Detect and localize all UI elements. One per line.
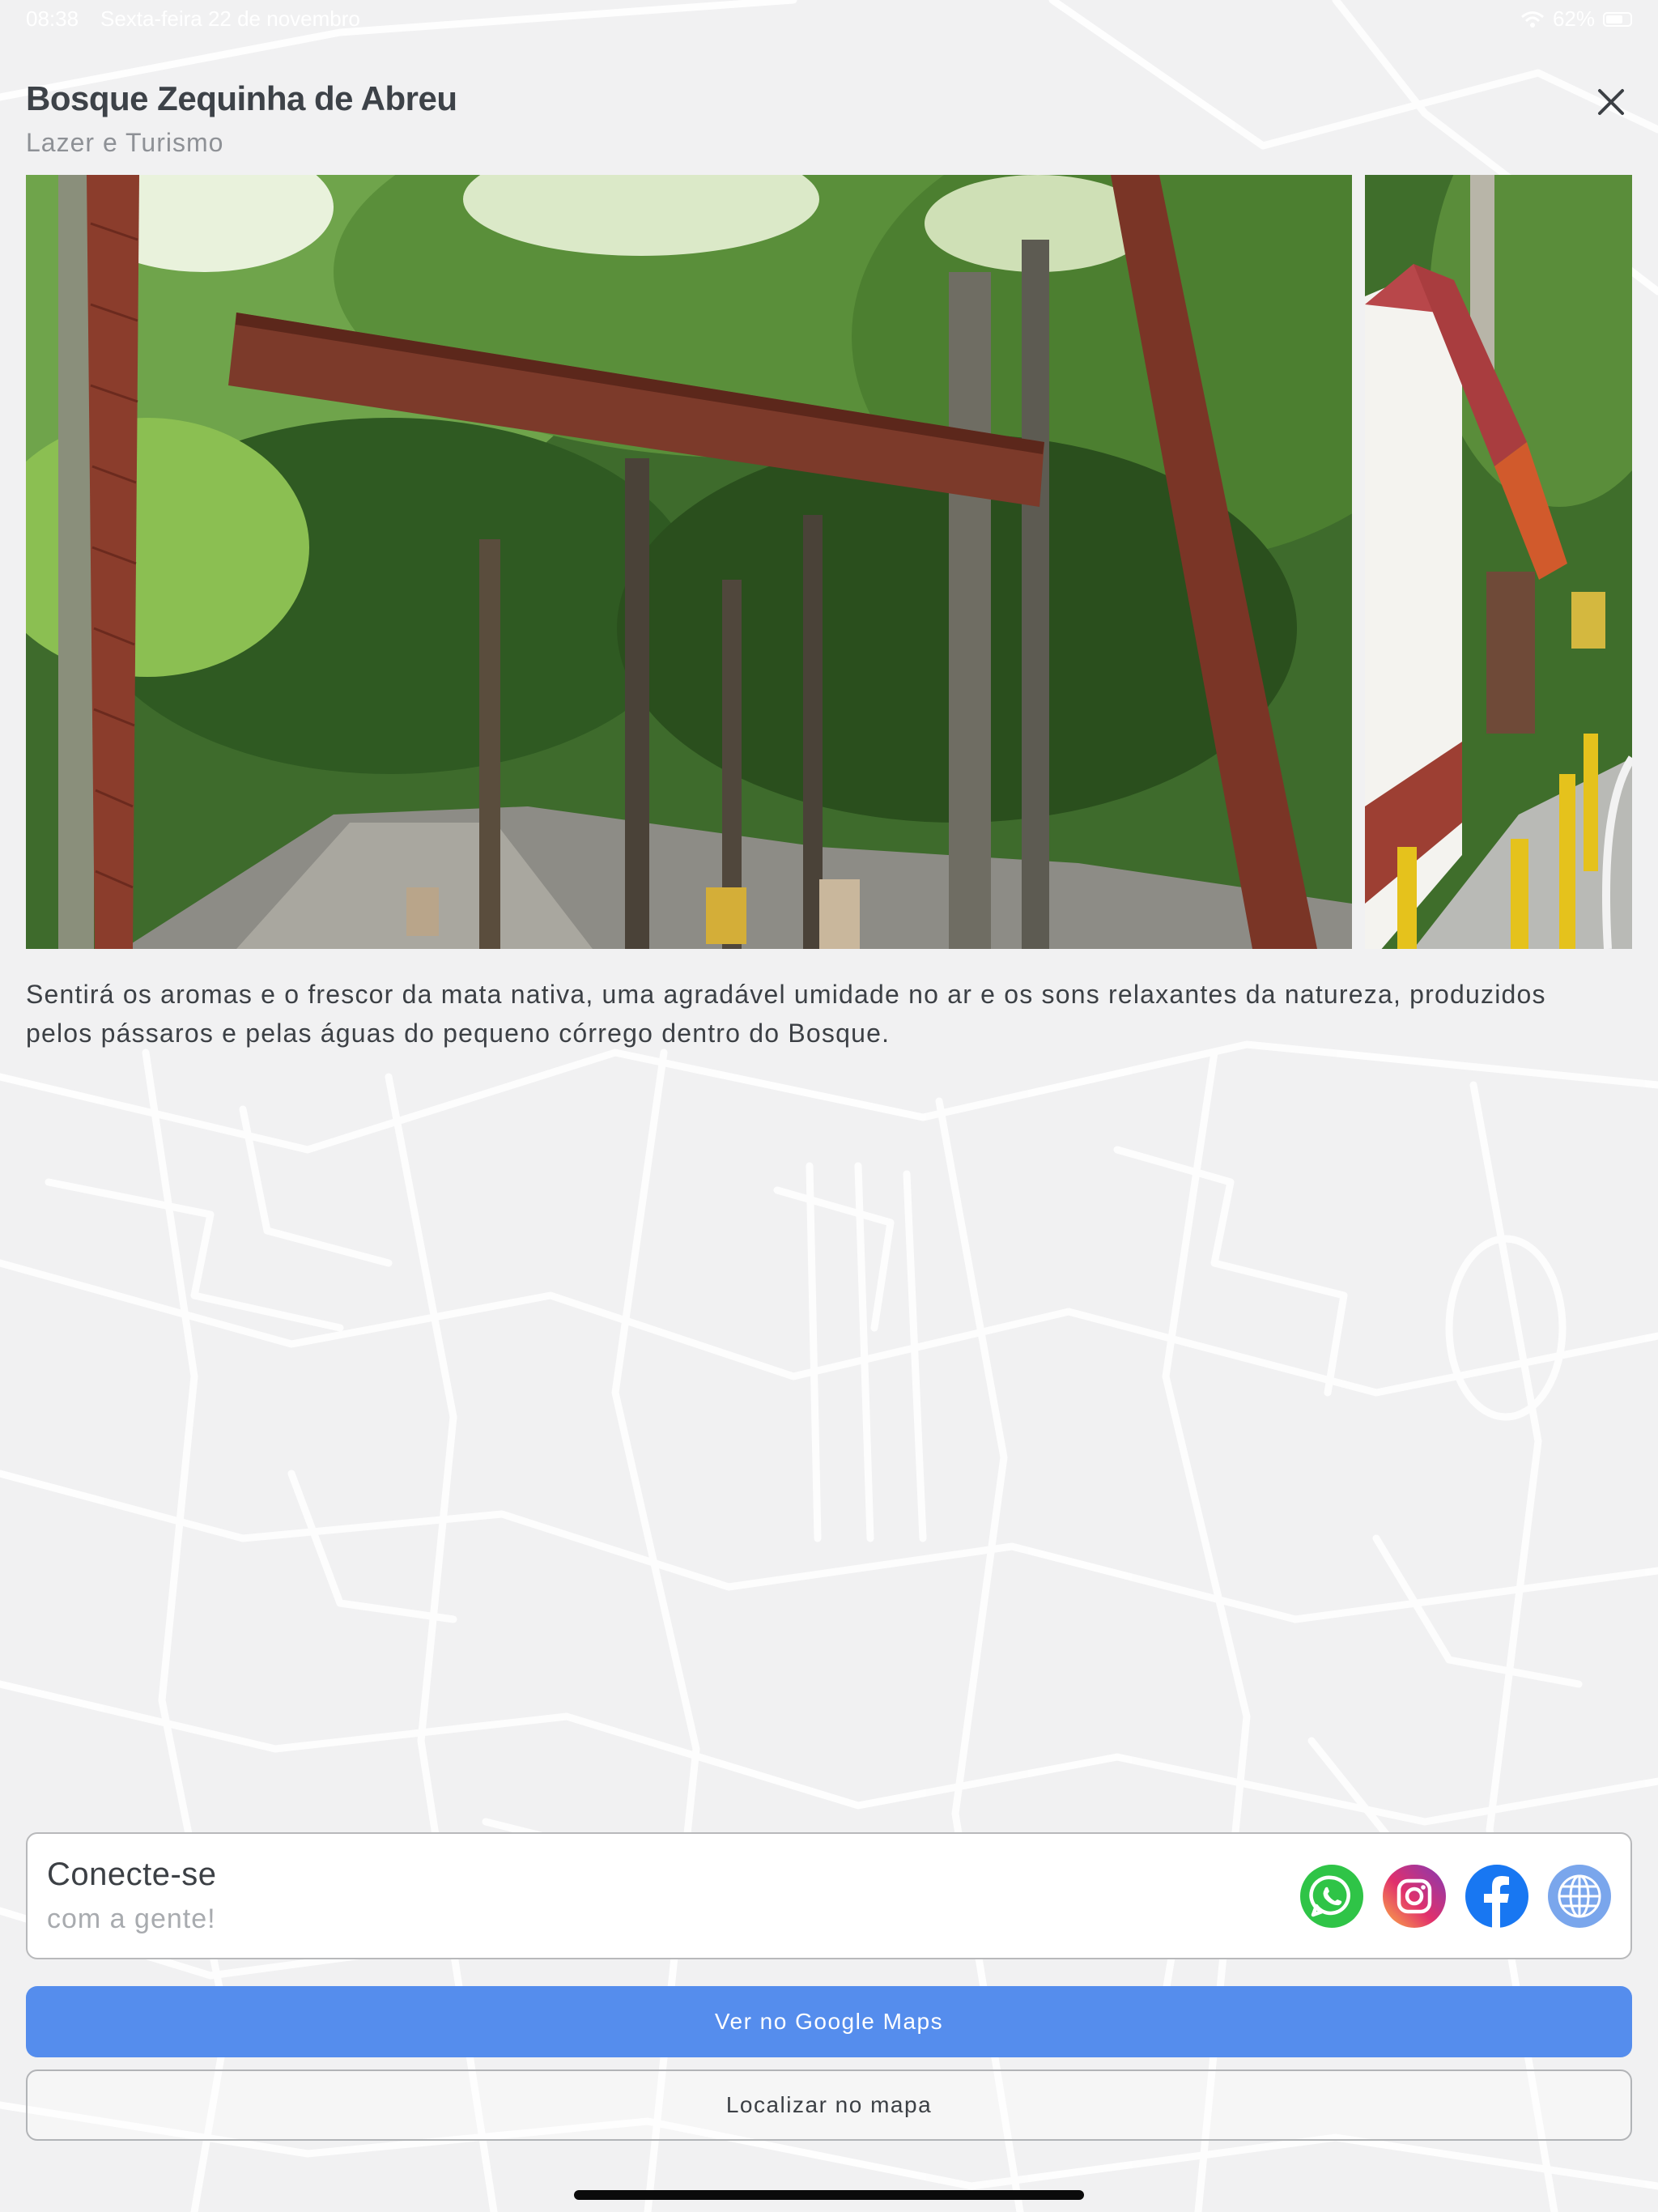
park-entrance-photo	[26, 175, 1352, 949]
battery-percent: 62%	[1552, 6, 1595, 31]
whatsapp-button[interactable]	[1300, 1865, 1363, 1928]
locate-on-map-button[interactable]: Localizar no mapa	[26, 2069, 1632, 2141]
status-time: 08:38	[26, 6, 79, 31]
category-label: Lazer e Turismo	[26, 128, 224, 157]
home-indicator[interactable]	[574, 2190, 1084, 2200]
google-maps-button[interactable]: Ver no Google Maps	[26, 1986, 1632, 2057]
status-indicators: 62%	[1520, 6, 1632, 32]
photo-carousel[interactable]	[26, 175, 1632, 949]
connect-title: Conecte-se	[47, 1857, 217, 1892]
facebook-icon	[1465, 1865, 1528, 1928]
whatsapp-icon	[1300, 1865, 1363, 1928]
battery-icon	[1603, 11, 1632, 27]
page-title: Bosque Zequinha de Abreu	[26, 79, 457, 117]
globe-icon	[1548, 1865, 1611, 1928]
connect-card: Conecte-se com a gente!	[26, 1832, 1632, 1959]
website-button[interactable]	[1548, 1865, 1611, 1928]
instagram-icon	[1383, 1865, 1446, 1928]
gallery-photo[interactable]	[1365, 175, 1632, 949]
facebook-button[interactable]	[1465, 1865, 1528, 1928]
place-description: Sentirá os aromas e o frescor da mata na…	[26, 980, 1546, 1048]
park-building-photo	[1365, 175, 1632, 949]
close-icon	[1598, 89, 1624, 115]
connect-subtitle: com a gente!	[47, 1904, 216, 1934]
status-date: Sexta-feira 22 de novembro	[100, 6, 360, 31]
wifi-icon	[1520, 11, 1544, 28]
instagram-button[interactable]	[1383, 1865, 1446, 1928]
gallery-photo[interactable]	[26, 175, 1352, 949]
close-button[interactable]	[1592, 83, 1630, 121]
